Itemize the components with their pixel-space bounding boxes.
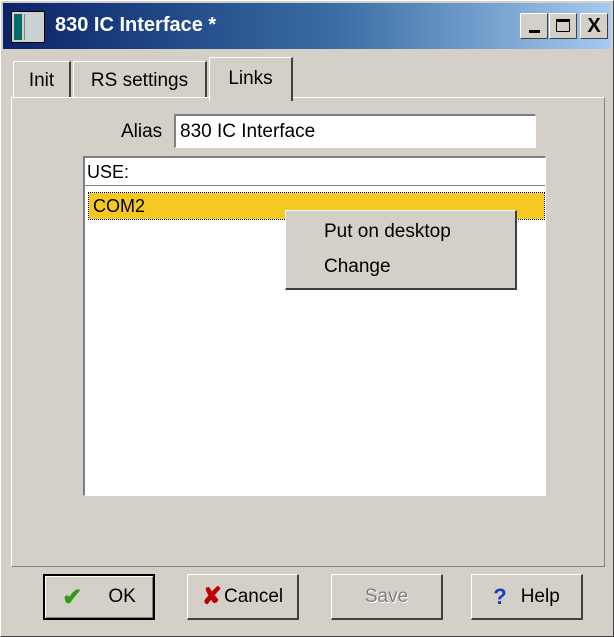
cancel-label: Cancel [223, 585, 284, 607]
alias-label: Alias [121, 121, 163, 142]
tab-init[interactable]: Init [13, 61, 71, 97]
tab-links[interactable]: Links [209, 57, 293, 101]
use-list[interactable]: USE: COM2 [83, 156, 546, 496]
save-label: Save [364, 585, 409, 607]
question-icon: ? [493, 583, 507, 609]
tab-rs-settings[interactable]: RS settings [73, 61, 207, 97]
help-button[interactable]: ? Help [471, 574, 583, 620]
ok-button[interactable]: ✔ OK [43, 574, 155, 620]
dialog-window: 830 IC Interface * X Init RS settings Li… [0, 0, 614, 637]
title-bar[interactable]: 830 IC Interface * X [3, 3, 611, 49]
use-list-header: USE: [85, 158, 545, 186]
save-button[interactable]: Save [331, 574, 443, 620]
menu-item-put-on-desktop[interactable]: Put on desktop [324, 221, 451, 243]
minimize-button[interactable] [520, 13, 548, 39]
app-icon-panel [24, 14, 42, 40]
maximize-icon [556, 19, 570, 32]
minimize-icon [529, 30, 540, 33]
x-cancel-icon: ✘ [201, 583, 222, 610]
close-button[interactable]: X [580, 13, 608, 39]
maximize-button[interactable] [549, 13, 577, 39]
menu-item-change[interactable]: Change [324, 256, 391, 278]
checkmark-icon: ✔ [62, 583, 83, 611]
window-title: 830 IC Interface * [55, 14, 217, 36]
app-icon[interactable] [11, 11, 45, 43]
help-label: Help [520, 585, 560, 607]
ok-label: OK [108, 586, 136, 607]
close-icon: X [587, 15, 601, 37]
cancel-button[interactable]: ✘ Cancel [187, 574, 299, 620]
context-menu: Put on desktop Change [285, 210, 517, 290]
app-icon-stripe [14, 14, 22, 40]
alias-input[interactable] [174, 114, 536, 148]
